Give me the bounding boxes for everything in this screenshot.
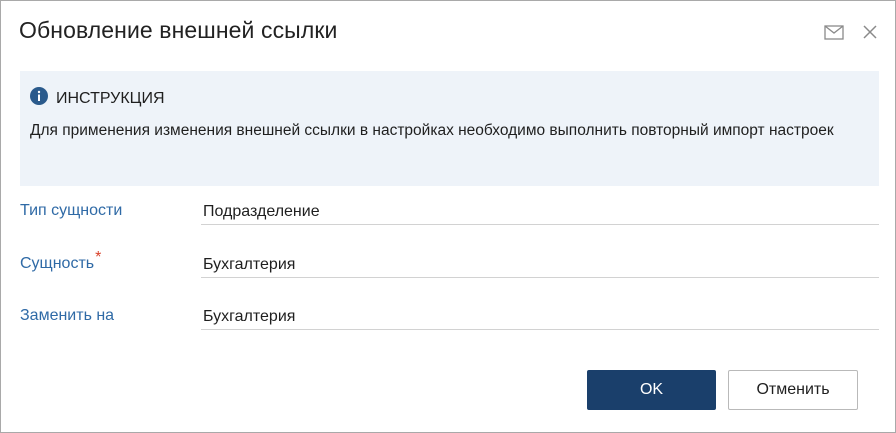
instruction-heading: ИНСТРУКЦИЯ xyxy=(56,89,165,107)
instruction-header: ИНСТРУКЦИЯ xyxy=(30,87,165,110)
envelope-icon[interactable] xyxy=(823,21,845,43)
replace-with-field[interactable]: Бухгалтерия xyxy=(201,302,879,330)
entity-field[interactable]: Бухгалтерия xyxy=(201,250,879,278)
instruction-panel: ИНСТРУКЦИЯ Для применения изменения внеш… xyxy=(20,71,879,186)
replace-with-label: Заменить на xyxy=(20,307,115,324)
ok-button[interactable]: OK xyxy=(587,370,716,410)
entity-type-field[interactable]: Подразделение xyxy=(201,197,879,225)
cancel-button[interactable]: Отменить xyxy=(728,370,858,410)
close-icon[interactable] xyxy=(859,21,881,43)
instruction-text: Для применения изменения внешней ссылки … xyxy=(30,122,834,139)
required-mark: * xyxy=(95,249,102,266)
info-icon xyxy=(30,87,48,110)
entity-label: Сущность* xyxy=(20,249,101,273)
dialog-title: Обновление внешней ссылки xyxy=(19,17,338,43)
header-actions xyxy=(823,21,881,43)
update-external-link-dialog: Обновление внешней ссылки ИНСТРУКЦИЯ Для… xyxy=(0,0,896,433)
entity-type-label: Тип сущности xyxy=(20,202,123,219)
entity-label-text: Сущность xyxy=(20,255,95,272)
